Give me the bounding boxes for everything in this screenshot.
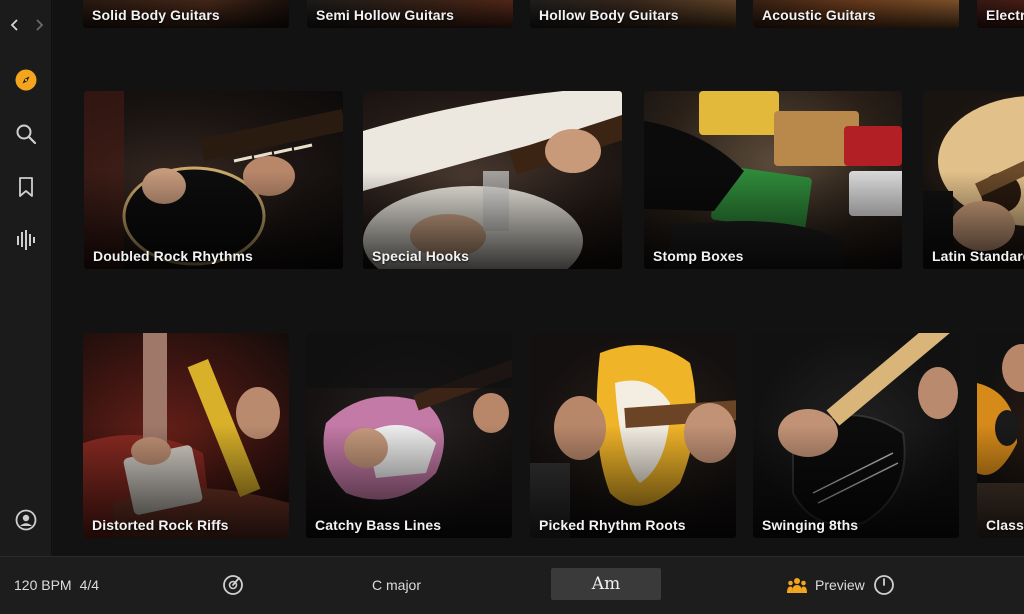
tile-label: Classi	[986, 517, 1024, 533]
library-button[interactable]	[0, 222, 52, 258]
tile-label: Swinging 8ths	[762, 517, 859, 533]
tile-label: Electr	[986, 7, 1024, 23]
timer-icon	[874, 575, 894, 595]
forward-chevron-icon[interactable]	[32, 18, 46, 32]
compass-icon	[15, 69, 37, 91]
bookmarks-button[interactable]	[0, 169, 52, 205]
metronome-icon	[223, 575, 243, 595]
search-icon	[16, 124, 37, 145]
waveform-icon	[17, 230, 35, 250]
tile-label: Hollow Body Guitars	[539, 7, 679, 23]
tile-label: Distorted Rock Riffs	[92, 517, 229, 533]
style-tile-special-hooks[interactable]: Special Hooks	[363, 91, 622, 269]
tile-label: Picked Rhythm Roots	[539, 517, 686, 533]
tile-label: Acoustic Guitars	[762, 7, 876, 23]
category-tile-electric[interactable]: Electr	[977, 0, 1024, 28]
tile-label: Solid Body Guitars	[92, 7, 220, 23]
chord-value: Am	[591, 574, 621, 594]
style-tile-catchy-bass-lines[interactable]: Catchy Bass Lines	[306, 333, 512, 538]
account-icon	[15, 509, 37, 531]
tile-label: Stomp Boxes	[653, 248, 744, 264]
style-tile-swinging-8ths[interactable]: Swinging 8ths	[753, 333, 959, 538]
preview-button[interactable]: Preview	[787, 557, 865, 613]
style-tile-latin-standard[interactable]: Latin Standard	[923, 91, 1024, 269]
metronome-button[interactable]	[222, 557, 244, 613]
content-grid: Solid Body Guitars Semi Hollow Guitars H…	[53, 0, 1024, 556]
tile-label: Special Hooks	[372, 248, 470, 264]
preview-label: Preview	[815, 577, 865, 593]
category-tile-hollow-body[interactable]: Hollow Body Guitars	[530, 0, 736, 28]
tile-label: Catchy Bass Lines	[315, 517, 442, 533]
style-tile-picked-rhythm-roots[interactable]: Picked Rhythm Roots	[530, 333, 736, 538]
account-button[interactable]	[0, 502, 52, 538]
category-tile-acoustic[interactable]: Acoustic Guitars	[753, 0, 959, 28]
style-tile-stomp-boxes[interactable]: Stomp Boxes	[644, 91, 902, 269]
preview-timer-button[interactable]	[873, 557, 895, 613]
scale-selector[interactable]: C major	[372, 557, 421, 613]
tempo-value: 120 BPM	[14, 577, 72, 593]
tile-label: Semi Hollow Guitars	[316, 7, 455, 23]
bookmark-icon	[19, 177, 33, 197]
category-tile-solid-body[interactable]: Solid Body Guitars	[83, 0, 289, 28]
back-chevron-icon[interactable]	[8, 18, 22, 32]
style-tile-distorted-rock-riffs[interactable]: Distorted Rock Riffs	[83, 333, 289, 538]
nav-arrows	[8, 18, 46, 32]
discover-button[interactable]	[0, 62, 52, 98]
style-tile-doubled-rock-rhythms[interactable]: Doubled Rock Rhythms	[84, 91, 343, 269]
sidebar	[0, 0, 52, 556]
time-signature: 4/4	[79, 577, 100, 593]
tile-label: Doubled Rock Rhythms	[93, 248, 253, 264]
tempo-display[interactable]: 120 BPM 4/4	[14, 557, 99, 613]
chord-selector[interactable]: Am	[551, 568, 661, 600]
category-tile-semi-hollow[interactable]: Semi Hollow Guitars	[307, 0, 513, 28]
bottom-bar: 120 BPM 4/4 C major Am Preview	[0, 556, 1024, 614]
style-tile-classic[interactable]: Classi	[977, 333, 1024, 538]
scale-value: C major	[372, 577, 422, 593]
band-icon	[787, 578, 807, 593]
tile-label: Latin Standard	[932, 248, 1024, 264]
search-button[interactable]	[0, 116, 52, 152]
